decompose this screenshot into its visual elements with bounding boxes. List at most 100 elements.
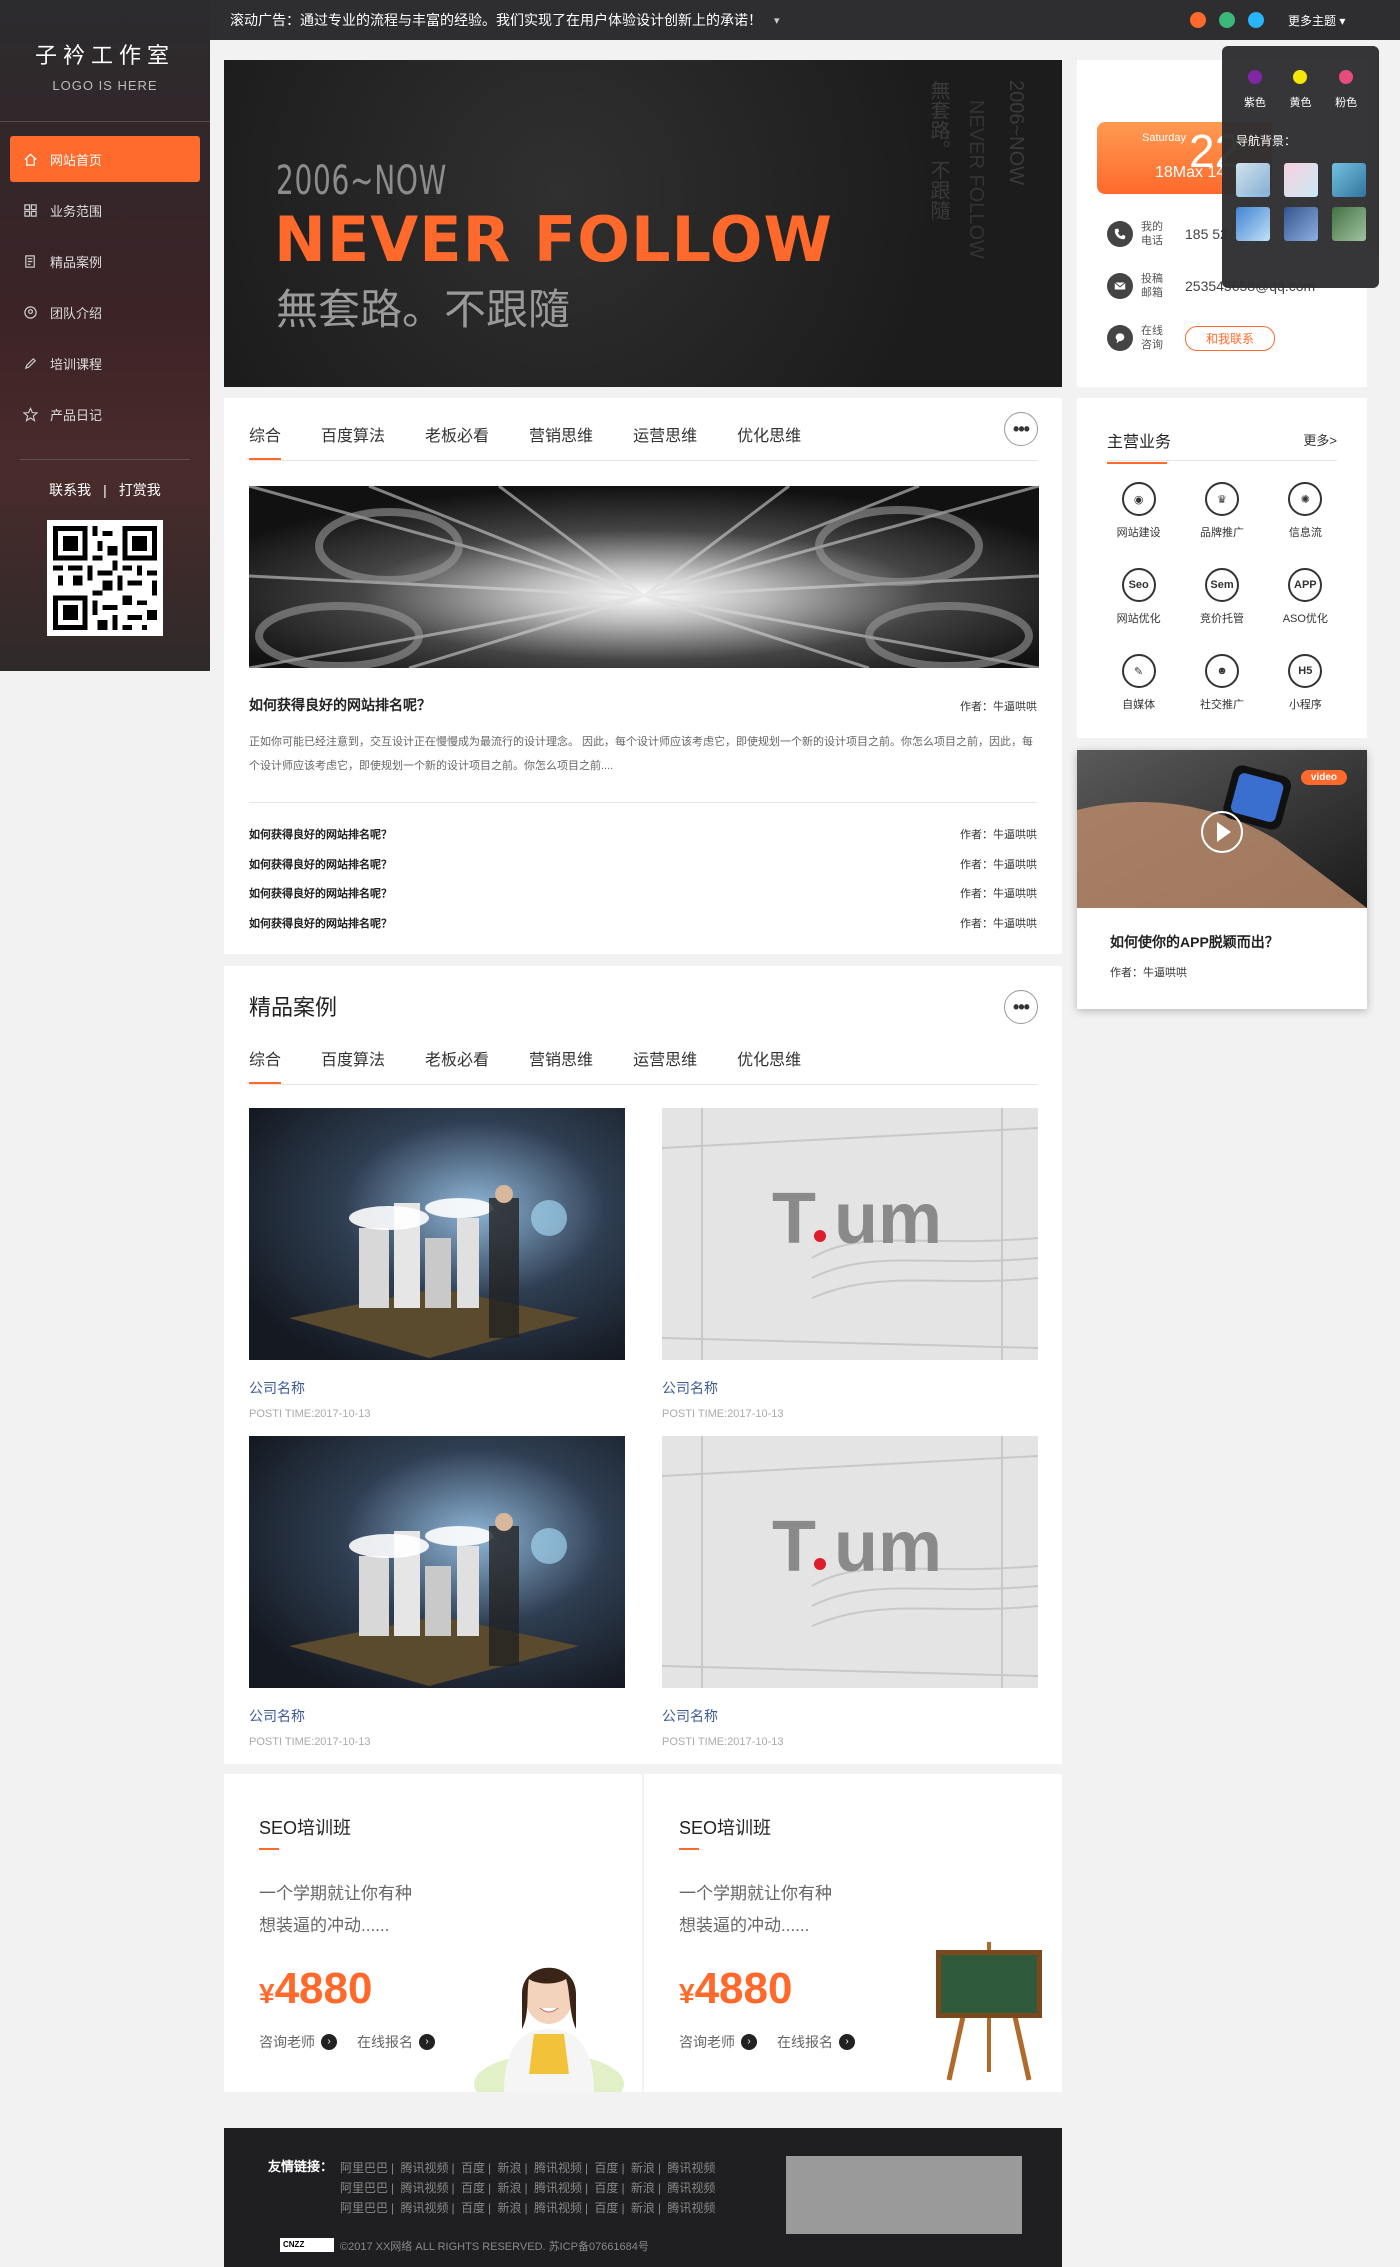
more-theme-button[interactable]: 更多主题 ▾ — [1288, 12, 1345, 29]
friend-link[interactable]: 百度 — [461, 2201, 485, 2215]
link-label: 在线报名 — [777, 2034, 833, 2050]
theme-pink[interactable]: 粉色 — [1335, 70, 1357, 110]
tab-marketing[interactable]: 营销思维 — [529, 422, 593, 446]
theme-dot-blue[interactable] — [1248, 12, 1264, 28]
enroll-link[interactable]: 在线报名 › — [357, 2032, 435, 2052]
friend-link[interactable]: 阿里巴巴 — [340, 2181, 388, 2195]
contact-me-link[interactable]: 联系我 — [49, 482, 91, 498]
tab-all[interactable]: 综合 — [249, 1046, 282, 1084]
friend-link[interactable]: 新浪 — [497, 2181, 521, 2195]
friend-link[interactable]: 腾讯视频 — [667, 2201, 715, 2215]
consult-teacher-link[interactable]: 咨询老师 › — [259, 2032, 337, 2052]
sidebar-item-training[interactable]: 培训课程 — [10, 340, 200, 386]
business-item-miniapp[interactable]: H5 小程序 — [1264, 654, 1347, 712]
brand-icon: ♛ — [1204, 482, 1239, 516]
bg-thumb[interactable] — [1284, 163, 1318, 197]
friend-link[interactable]: 腾讯视频 — [667, 2181, 715, 2195]
case-card[interactable]: T um 公司名称 POSTI TIME:2017-10-13 — [662, 1436, 1038, 1748]
tab-all[interactable]: 综合 — [249, 422, 282, 460]
friend-link[interactable]: 新浪 — [631, 2181, 655, 2195]
tab-operation[interactable]: 运营思维 — [633, 1046, 697, 1070]
sidebar-item-team[interactable]: 团队介绍 — [10, 289, 200, 335]
bg-thumb[interactable] — [1236, 163, 1270, 197]
friend-link[interactable]: 百度 — [594, 2201, 618, 2215]
friend-link[interactable]: 腾讯视频 — [667, 2161, 715, 2175]
link-row: 阿里巴巴 | 腾讯视频 | 百度 | 新浪 | 腾讯视频 | 百度 | 新浪 | 腾讯视频 — [340, 2198, 718, 2218]
brand-logo[interactable]: 子衿工作室 LOGO IS HERE — [0, 0, 210, 93]
friend-link[interactable]: 腾讯视频 — [534, 2161, 582, 2175]
tab-marketing[interactable]: 营销思维 — [529, 1046, 593, 1070]
friend-link[interactable]: 腾讯视频 — [400, 2181, 448, 2195]
friend-link[interactable]: 新浪 — [497, 2161, 521, 2175]
business-item-media[interactable]: ✎ 自媒体 — [1097, 654, 1180, 712]
sidebar-item-business[interactable]: 业务范围 — [10, 187, 200, 233]
video-card[interactable]: video 如何使你的APP脱颖而出？ 作者：牛逼哄哄 — [1077, 750, 1367, 1009]
contact-me-button[interactable]: 和我联系 — [1185, 325, 1276, 351]
seo-price: ¥4880 — [679, 1964, 792, 2014]
video-title[interactable]: 如何使你的APP脱颖而出？ — [1110, 932, 1279, 952]
business-item-website[interactable]: ◉ 网站建设 — [1097, 482, 1180, 540]
friend-link[interactable]: 腾讯视频 — [400, 2201, 448, 2215]
more-button[interactable]: ••• — [1004, 412, 1038, 446]
cnzz-badge[interactable]: CNZZ — [280, 2238, 334, 2252]
friend-link[interactable]: 阿里巴巴 — [340, 2161, 388, 2175]
friend-link[interactable]: 阿里巴巴 — [340, 2201, 388, 2215]
list-item[interactable]: 如何获得良好的网站排名呢？ 作者：牛逼哄哄 — [249, 885, 1037, 905]
sidebar-item-cases[interactable]: 精品案例 — [10, 238, 200, 284]
tab-baidu[interactable]: 百度算法 — [321, 422, 385, 446]
business-item-seo[interactable]: Seo 网站优化 — [1097, 568, 1180, 626]
case-card[interactable]: T um 公司名称 POSTI TIME:2017-10-13 — [662, 1108, 1038, 1420]
business-item-feed[interactable]: ✺ 信息流 — [1264, 482, 1347, 540]
more-button[interactable]: ••• — [1004, 990, 1038, 1024]
tab-operation[interactable]: 运营思维 — [633, 422, 697, 446]
seo-desc: 一个学期就让你有种 想装逼的冲动...... — [679, 1878, 832, 1942]
bg-thumb[interactable] — [1284, 207, 1318, 241]
theme-dot-orange[interactable] — [1190, 12, 1206, 28]
sidebar-item-diary[interactable]: 产品日记 — [10, 391, 200, 437]
tab-boss[interactable]: 老板必看 — [425, 1046, 489, 1070]
list-item[interactable]: 如何获得良好的网站排名呢？ 作者：牛逼哄哄 — [249, 915, 1037, 935]
phone-label: 我的电话 — [1141, 221, 1163, 247]
business-item-social[interactable]: ☻ 社交推广 — [1180, 654, 1263, 712]
friend-link[interactable]: 百度 — [594, 2181, 618, 2195]
business-item-aso[interactable]: APP ASO优化 — [1264, 568, 1347, 626]
tip-me-link[interactable]: 打赏我 — [119, 482, 161, 498]
business-item-sem[interactable]: Sem 竞价托管 — [1180, 568, 1263, 626]
tab-boss[interactable]: 老板必看 — [425, 422, 489, 446]
friend-link[interactable]: 腾讯视频 — [400, 2161, 448, 2175]
friend-link[interactable]: 新浪 — [497, 2201, 521, 2215]
bg-thumb[interactable] — [1332, 163, 1366, 197]
tab-optimize[interactable]: 优化思维 — [737, 422, 801, 446]
feature-image[interactable] — [249, 486, 1039, 668]
theme-dot-green[interactable] — [1219, 12, 1235, 28]
links-label: 友情链接： — [268, 2159, 334, 2174]
video-thumbnail[interactable]: video — [1077, 750, 1367, 908]
friend-link[interactable]: 百度 — [594, 2161, 618, 2175]
friend-link[interactable]: 腾讯视频 — [534, 2181, 582, 2195]
tab-optimize[interactable]: 优化思维 — [737, 1046, 801, 1070]
friend-link[interactable]: 新浪 — [631, 2201, 655, 2215]
list-item[interactable]: 如何获得良好的网站排名呢？ 作者：牛逼哄哄 — [249, 826, 1037, 846]
bg-thumb[interactable] — [1332, 207, 1366, 241]
friend-link[interactable]: 腾讯视频 — [534, 2201, 582, 2215]
more-link[interactable]: 更多> — [1303, 430, 1337, 449]
theme-yellow[interactable]: 黄色 — [1289, 70, 1311, 110]
business-item-brand[interactable]: ♛ 品牌推广 — [1180, 482, 1263, 540]
friend-link[interactable]: 百度 — [461, 2181, 485, 2195]
top-bar: 滚动广告：通过专业的流程与丰富的经验。我们实现了在用户体验设计创新上的承诺！ ▾… — [210, 0, 1400, 40]
friend-link[interactable]: 百度 — [461, 2161, 485, 2175]
case-card[interactable]: 公司名称 POSTI TIME:2017-10-13 — [249, 1108, 625, 1420]
feature-title[interactable]: 如何获得良好的网站排名呢？ — [249, 695, 431, 715]
theme-purple[interactable]: 紫色 — [1244, 70, 1266, 110]
enroll-link[interactable]: 在线报名 › — [777, 2032, 855, 2052]
tab-baidu[interactable]: 百度算法 — [321, 1046, 385, 1070]
sidebar-item-home[interactable]: 网站首页 — [10, 136, 200, 182]
bg-thumb[interactable] — [1236, 207, 1270, 241]
arrow-right-icon: › — [321, 2034, 337, 2050]
list-item[interactable]: 如何获得良好的网站排名呢？ 作者：牛逼哄哄 — [249, 856, 1037, 876]
chevron-down-icon[interactable]: ▾ — [774, 14, 780, 27]
seo-links: 咨询老师 › 在线报名 › — [259, 2032, 455, 2052]
case-card[interactable]: 公司名称 POSTI TIME:2017-10-13 — [249, 1436, 625, 1748]
friend-link[interactable]: 新浪 — [631, 2161, 655, 2175]
consult-teacher-link[interactable]: 咨询老师 › — [679, 2032, 757, 2052]
